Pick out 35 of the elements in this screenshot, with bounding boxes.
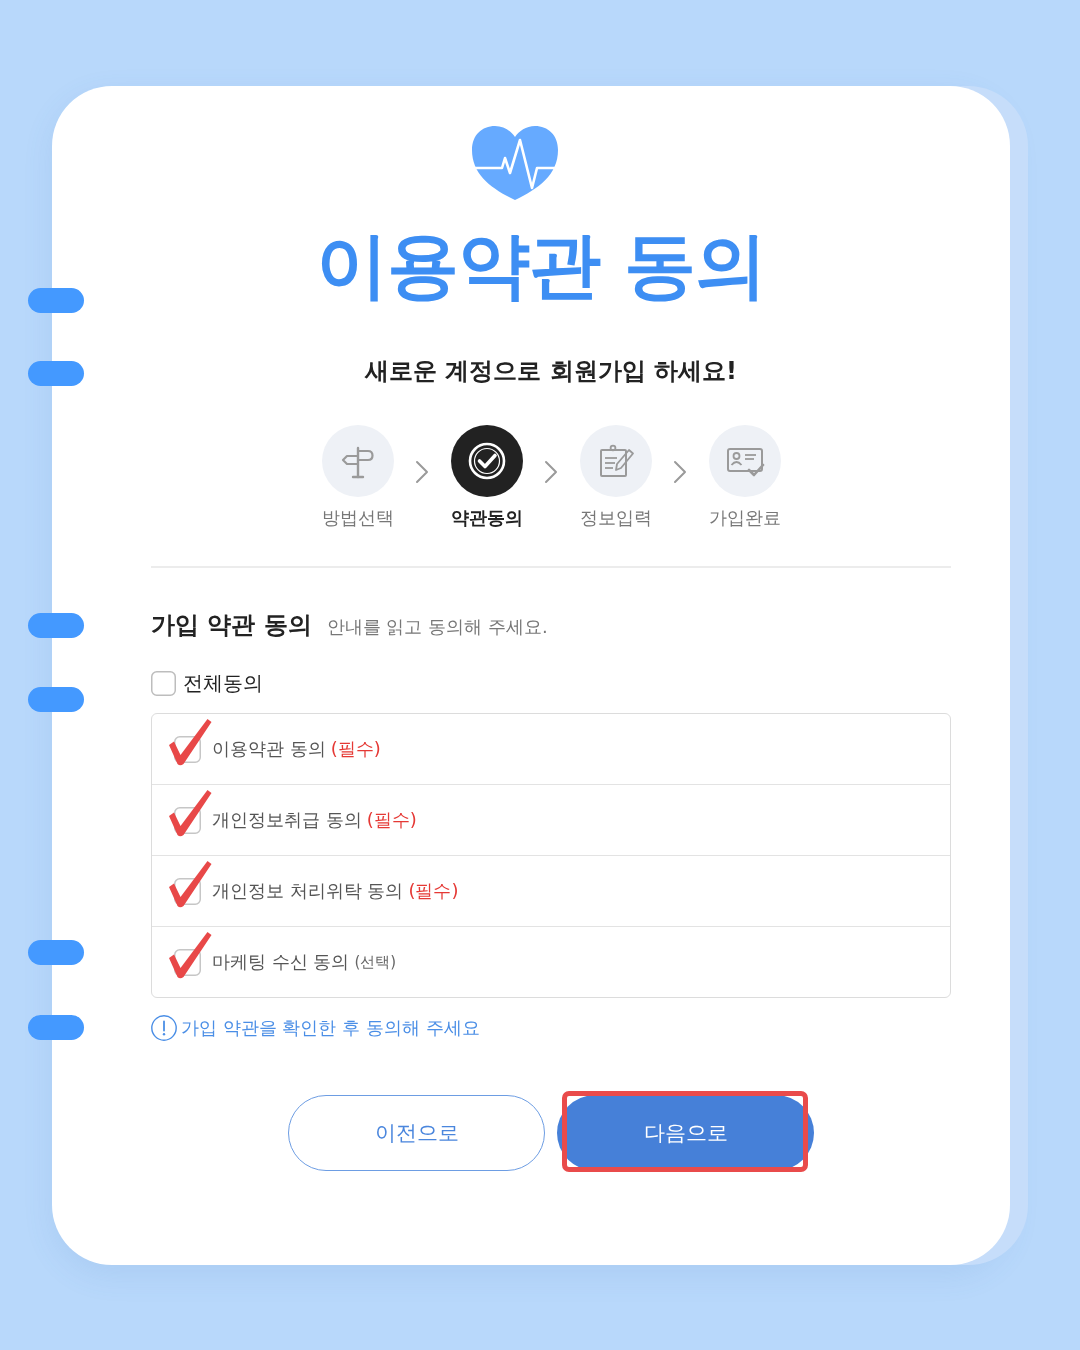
checkbox[interactable] bbox=[168, 859, 212, 908]
term-label[interactable]: 개인정보취급 동의 bbox=[212, 808, 362, 832]
chevron-right-icon bbox=[415, 460, 429, 484]
requirement-label: (필수) bbox=[330, 737, 381, 761]
step-label: 방법선택 bbox=[321, 506, 394, 530]
requirement-label: (필수) bbox=[408, 879, 459, 903]
term-label[interactable]: 마케팅 수신 동의 bbox=[212, 950, 350, 974]
step-label: 약관동의 bbox=[450, 506, 523, 530]
term-label[interactable]: 이용약관 동의 bbox=[212, 737, 326, 761]
checkbox[interactable] bbox=[168, 788, 212, 837]
heart-pulse-icon bbox=[470, 125, 560, 201]
term-label[interactable]: 개인정보 처리위탁 동의 bbox=[212, 879, 404, 903]
requirement-label: (필수) bbox=[366, 808, 417, 832]
section-hint: 안내를 읽고 동의해 주세요. bbox=[326, 615, 548, 639]
page-title: 이용약관 동의 bbox=[314, 225, 768, 305]
back-button[interactable]: 이전으로 bbox=[288, 1095, 545, 1171]
binder-ring bbox=[28, 940, 84, 965]
binder-ring bbox=[28, 1015, 84, 1040]
section-heading: 가입 약관 동의 bbox=[151, 610, 312, 641]
checkbox[interactable] bbox=[168, 717, 212, 766]
exclamation-circle-icon bbox=[151, 1015, 177, 1041]
binder-ring bbox=[28, 613, 84, 638]
binder-ring bbox=[28, 687, 84, 712]
checkbox[interactable] bbox=[151, 670, 176, 696]
agree-all-label[interactable]: 전체동의 bbox=[183, 670, 263, 696]
binder-ring bbox=[28, 288, 84, 313]
step-label: 정보입력 bbox=[579, 506, 652, 530]
checkbox[interactable] bbox=[168, 930, 212, 979]
binder-ring bbox=[28, 361, 84, 386]
chevron-right-icon bbox=[673, 460, 687, 484]
chevron-right-icon bbox=[544, 460, 558, 484]
notice-text: 가입 약관을 확인한 후 동의해 주세요 bbox=[181, 1016, 480, 1040]
requirement-label: (선택) bbox=[354, 952, 397, 973]
page-subtitle: 새로운 계정으로 회원가입 하세요! bbox=[363, 356, 738, 387]
step-label: 가입완료 bbox=[708, 506, 781, 530]
